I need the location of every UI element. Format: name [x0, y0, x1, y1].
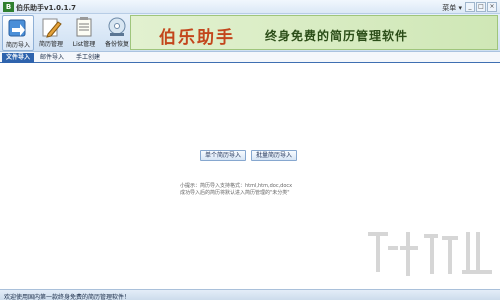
toolbar-label: 简历管理: [38, 41, 63, 48]
import-arrow-icon: [8, 19, 26, 37]
banner-slogan: 终身免费的简历管理软件: [265, 29, 409, 43]
window-title: 伯乐助手v1.0.1.7: [16, 4, 77, 12]
toolbar-list-manage[interactable]: List管理: [68, 15, 100, 51]
tab-manual-create[interactable]: 手工创建: [72, 53, 104, 63]
hint-category: 成功导入后的简历将默认进入简历管理的"未分类": [180, 190, 290, 196]
single-import-button[interactable]: 单个简历导入: [200, 150, 247, 161]
batch-import-button[interactable]: 批量简历导入: [251, 150, 298, 161]
status-text: 欢迎使用国内第一款终身免费的简历管理软件！: [4, 294, 131, 300]
hint-label: 小提示：: [180, 183, 201, 189]
minimize-button[interactable]: _: [465, 2, 475, 12]
toolbar-label: 备份恢复: [104, 41, 129, 48]
watermark-logo-icon: [368, 232, 492, 276]
banner-logo: 伯乐助手: [159, 28, 235, 48]
tab-bar: 文件导入 邮件导入 手工创建: [0, 52, 500, 63]
pencil-icon: [42, 18, 62, 38]
status-bar: 欢迎使用国内第一款终身免费的简历管理软件！: [0, 289, 500, 300]
import-panel: 单个简历导入 批量简历导入 小提示：简历导入支持格式：html,htm,doc,…: [0, 63, 500, 289]
brand-banner: 伯乐助手 终身免费的简历管理软件: [130, 15, 498, 50]
disc-icon: [108, 17, 126, 36]
toolbar-label: 简历导入: [5, 42, 30, 49]
toolbar-label: List管理: [72, 41, 96, 48]
app-logo-icon: B: [3, 2, 14, 12]
toolbar-resume-import[interactable]: 简历导入: [2, 15, 34, 51]
toolbar-backup-restore[interactable]: 备份恢复: [101, 15, 133, 51]
menu-button[interactable]: 菜单 ▾: [442, 3, 462, 13]
maximize-button[interactable]: □: [476, 2, 486, 12]
title-bar: B 伯乐助手v1.0.1.7 菜单 ▾ _ □ ×: [0, 0, 500, 14]
notepad-icon: [76, 17, 92, 37]
hint-formats: 简历导入支持格式：html,htm,doc,docx: [200, 183, 293, 189]
tab-file-import[interactable]: 文件导入: [2, 53, 35, 63]
toolbar-resume-manage[interactable]: 简历管理: [35, 15, 67, 51]
tab-email-import[interactable]: 邮件导入: [36, 53, 68, 63]
hint-text: 小提示：简历导入支持格式：html,htm,doc,docx 成功导入后的简历将…: [180, 183, 292, 197]
close-button[interactable]: ×: [487, 2, 497, 12]
